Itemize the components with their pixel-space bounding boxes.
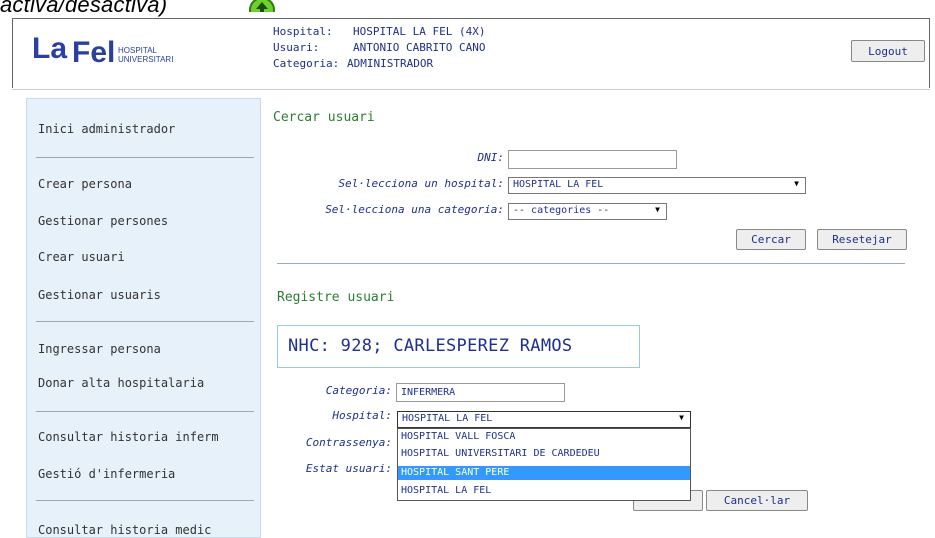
hospital-value: HOSPITAL LA FEL (4X) — [353, 25, 486, 38]
sidebar-item-donar-alta[interactable]: Donar alta hospitalaria — [38, 376, 204, 390]
sidebar-item-gestio-infermeria[interactable]: Gestió d'infermeria — [38, 467, 175, 481]
sidebar-item-inici-administrador[interactable]: Inici administrador — [38, 122, 175, 136]
user-value: ANTONIO CABRITO CANO — [353, 41, 486, 54]
status-label: Estat usuari: — [305, 462, 392, 475]
green-arrow-up-icon — [248, 0, 276, 12]
search-category-value: -- categories -- — [513, 205, 610, 216]
category-label: Categoria: — [273, 57, 340, 70]
search-button[interactable]: Cercar — [736, 229, 806, 250]
chevron-down-icon: ▼ — [794, 179, 799, 188]
register-hospital-value: HOSPITAL LA FEL — [402, 413, 493, 424]
chevron-down-icon: ▼ — [655, 205, 660, 214]
sidebar-item-consultar-historia-medic[interactable]: Consultar historia medic — [38, 523, 211, 537]
search-hospital-select[interactable]: HOSPITAL LA FEL ▼ — [508, 177, 806, 194]
hospital-logo: La Fel HOSPITAL UNIVERSITARI — [30, 26, 200, 72]
section-divider — [277, 263, 905, 264]
dropdown-option[interactable]: HOSPITAL LA FEL — [398, 484, 690, 498]
dni-label: DNI: — [477, 151, 505, 164]
register-hospital-label: Hospital: — [332, 409, 392, 422]
sidebar-item-gestionar-persones[interactable]: Gestionar persones — [38, 214, 168, 228]
nhc-text: NHC: 928; CARLESPEREZ RAMOS — [288, 336, 573, 356]
dropdown-option[interactable]: HOSPITAL UNIVERSITARI DE CARDEDEU — [398, 447, 690, 461]
register-hospital-select[interactable]: HOSPITAL LA FEL ▼ — [397, 411, 691, 428]
hospital-dropdown-list: HOSPITAL VALL FOSCA HOSPITAL UNIVERSITAR… — [397, 428, 691, 501]
sidebar-item-crear-persona[interactable]: Crear persona — [38, 177, 132, 191]
dropdown-option[interactable]: HOSPITAL VALL FOSCA — [398, 430, 690, 444]
sidebar-separator — [36, 321, 254, 322]
hospital-label: Hospital: — [273, 25, 333, 38]
sidebar-item-crear-usuari[interactable]: Crear usuari — [38, 250, 125, 264]
search-hospital-value: HOSPITAL LA FEL — [513, 179, 604, 190]
sidebar: Inici administrador Crear persona Gestio… — [26, 98, 261, 538]
search-hospital-label: Sel·lecciona un hospital: — [338, 177, 504, 190]
user-label: Usuari: — [273, 41, 320, 54]
user-info: Hospital: HOSPITAL LA FEL (4X) Usuari: ANT… — [273, 24, 485, 72]
svg-text:La: La — [32, 32, 67, 65]
category-value: ADMINISTRADOR — [347, 57, 434, 70]
header-divider — [12, 89, 930, 90]
svg-text:HOSPITAL: HOSPITAL — [118, 46, 158, 55]
sidebar-item-ingressar-persona[interactable]: Ingressar persona — [38, 342, 161, 356]
svg-text:UNIVERSITARI: UNIVERSITARI — [118, 55, 173, 64]
cancel-button[interactable]: Cancel·lar — [706, 490, 808, 511]
search-title: Cercar usuari — [273, 110, 375, 125]
svg-text:Fel: Fel — [72, 36, 115, 69]
reset-button[interactable]: Resetejar — [817, 229, 907, 250]
search-category-label: Sel·lecciona una categoria: — [325, 203, 504, 216]
sidebar-separator — [36, 157, 254, 158]
sidebar-separator — [36, 411, 254, 412]
password-label: Contrassenya: — [305, 436, 392, 449]
register-title: Registre usuari — [277, 290, 395, 305]
caption-text: activa/desactiva) — [0, 0, 168, 17]
search-category-select[interactable]: -- categories -- ▼ — [508, 203, 667, 220]
sidebar-item-gestionar-usuaris[interactable]: Gestionar usuaris — [38, 288, 161, 302]
logout-button[interactable]: Logout — [851, 40, 925, 62]
dropdown-option-highlighted[interactable]: HOSPITAL SANT PERE — [398, 466, 690, 480]
dni-input[interactable] — [508, 150, 677, 169]
sidebar-item-consultar-historia-inferm[interactable]: Consultar historia inferm — [38, 430, 219, 444]
chevron-down-icon: ▼ — [679, 413, 684, 422]
register-category-input[interactable] — [396, 383, 565, 402]
register-category-label: Categoria: — [325, 384, 392, 397]
sidebar-separator — [36, 500, 254, 501]
